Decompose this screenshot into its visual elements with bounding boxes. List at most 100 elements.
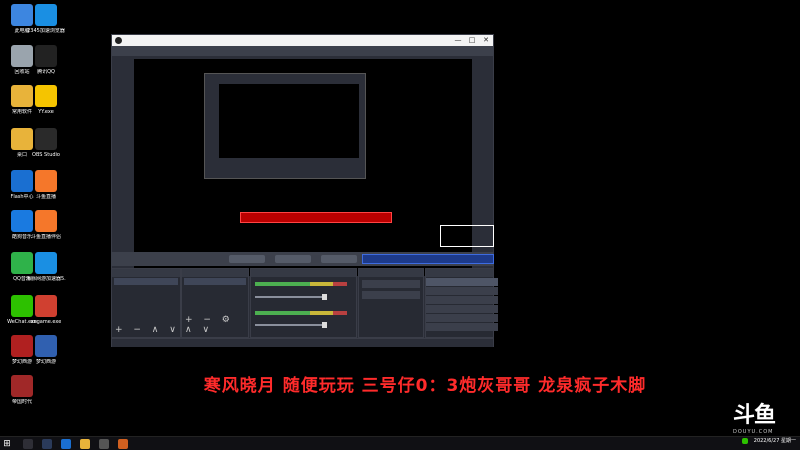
scenes-header bbox=[112, 269, 180, 277]
desktop-icon-label: 2345加速浏览器 bbox=[27, 28, 65, 34]
transitions-dock bbox=[358, 268, 424, 338]
desktop-icon-label: 腾讯QQ bbox=[37, 69, 55, 75]
status-bar bbox=[112, 338, 493, 347]
wechat-tray-icon[interactable] bbox=[741, 438, 748, 444]
studio-mode-button[interactable] bbox=[426, 305, 498, 313]
transitions-header bbox=[359, 269, 423, 277]
danmaku-message bbox=[646, 281, 796, 287]
window-title bbox=[122, 35, 451, 46]
stop-streaming-button[interactable] bbox=[426, 278, 498, 286]
start-recording-button[interactable] bbox=[426, 287, 498, 295]
task-view-icon[interactable] bbox=[42, 438, 52, 449]
danmaku-message bbox=[646, 207, 796, 213]
nested-preview bbox=[219, 84, 359, 158]
mic-audio-meter bbox=[255, 311, 347, 315]
controls-header bbox=[426, 269, 493, 277]
browser-taskbar-icon[interactable] bbox=[61, 438, 71, 449]
desktop-icon[interactable]: cngame.exe bbox=[26, 295, 66, 325]
desktop-icon-label: OBS Studio bbox=[32, 152, 60, 158]
scene-tools[interactable]: + − ∧ ∨ bbox=[115, 325, 180, 335]
preview-canvas[interactable] bbox=[134, 59, 472, 276]
sources-dock: + − ⚙ ∧ ∨ bbox=[181, 268, 249, 338]
desktop-audio-slider[interactable] bbox=[255, 294, 327, 300]
desktop-icon[interactable]: 2345加速浏览器 bbox=[26, 4, 66, 34]
clock-date: 2022/6/27 星期一 bbox=[753, 438, 796, 444]
desktop-icon[interactable]: YY.exe bbox=[26, 85, 66, 115]
source-item[interactable] bbox=[184, 302, 246, 309]
source-item[interactable] bbox=[184, 286, 246, 293]
mixer-header bbox=[251, 269, 356, 277]
panel-title bbox=[646, 98, 796, 105]
font-button[interactable] bbox=[321, 255, 357, 263]
danmaku-message bbox=[646, 297, 796, 303]
desktop-icon[interactable]: 腾讯QQ bbox=[26, 45, 66, 75]
properties-button[interactable] bbox=[229, 255, 265, 263]
qq-icon bbox=[35, 45, 57, 67]
sources-header bbox=[182, 269, 248, 277]
danmaku-message bbox=[646, 289, 796, 295]
settings-button[interactable] bbox=[426, 314, 498, 322]
desktop-icon-label: cngame.exe bbox=[30, 319, 62, 325]
maximize-button[interactable]: □ bbox=[465, 35, 479, 46]
source-tools[interactable]: + − ⚙ ∧ ∨ bbox=[185, 315, 248, 335]
duration-input[interactable] bbox=[362, 291, 420, 299]
controls-dock bbox=[425, 268, 498, 338]
desktop-icon-label: 帝国时代 bbox=[11, 399, 32, 405]
douyu-logo: 斗鱼 DOUYU.COM bbox=[733, 397, 793, 435]
text-button[interactable] bbox=[275, 255, 311, 263]
nested-obs-window bbox=[204, 73, 366, 179]
clock[interactable]: 2022/6/27 星期一 bbox=[754, 438, 796, 444]
source-item[interactable] bbox=[184, 278, 246, 285]
transition-select[interactable] bbox=[362, 280, 420, 288]
danmaku-message bbox=[646, 199, 796, 205]
desktop-icon[interactable]: 斗鱼直播伴侣 bbox=[26, 210, 66, 240]
preview-watermark bbox=[440, 225, 494, 247]
desktop-icon[interactable]: 梦幻西游 bbox=[26, 335, 66, 365]
game-icon bbox=[35, 295, 57, 317]
desktop-icon-label: 梦幻西游 bbox=[35, 359, 56, 365]
preview-overlay-text bbox=[240, 212, 392, 223]
desktop-icon-label: 斗鱼直播 bbox=[35, 194, 56, 200]
douyu-companion-icon bbox=[35, 210, 57, 232]
exit-button[interactable] bbox=[426, 323, 498, 331]
obs-taskbar-icon[interactable] bbox=[99, 438, 109, 449]
mic-audio-slider[interactable] bbox=[255, 322, 327, 328]
desktop-icon-label: YY.exe bbox=[38, 109, 54, 115]
source-item[interactable] bbox=[184, 294, 246, 301]
highlighted-text-input[interactable] bbox=[362, 254, 494, 264]
obs-icon bbox=[35, 128, 57, 150]
stats-row bbox=[646, 113, 796, 127]
minimize-button[interactable]: — bbox=[451, 35, 465, 46]
file-explorer-icon[interactable] bbox=[80, 438, 90, 449]
danmaku-message bbox=[646, 191, 796, 197]
taskbar: ⊞ 2022/6/27 星期一 bbox=[0, 436, 800, 450]
accelerator-icon bbox=[35, 252, 57, 274]
virtual-camera-button[interactable] bbox=[426, 296, 498, 304]
douyu-icon bbox=[35, 170, 57, 192]
stream-caption: 寒风晓月 随便玩玩 三号仔0：3炮灰哥哥 龙泉疯子木脚 bbox=[203, 376, 647, 396]
scene-item[interactable] bbox=[114, 278, 178, 285]
yy-icon bbox=[35, 85, 57, 107]
danmaku-message bbox=[646, 141, 796, 147]
douyu-logo-sub: DOUYU.COM bbox=[733, 429, 774, 435]
start-button[interactable]: ⊞ bbox=[0, 437, 14, 450]
desktop-icon[interactable]: 海豚网游加速器5.0 bbox=[26, 252, 66, 282]
desktop-icon[interactable]: OBS Studio bbox=[26, 128, 66, 158]
desktop-icon[interactable]: 斗鱼直播 bbox=[26, 170, 66, 200]
danmaku-panel bbox=[646, 98, 796, 358]
obs-logo-icon bbox=[115, 37, 122, 44]
obs-titlebar[interactable]: — □ ✕ bbox=[112, 35, 493, 46]
search-icon[interactable] bbox=[23, 438, 33, 449]
douyu-logo-mark: 斗鱼 bbox=[733, 403, 776, 428]
desktop-icon-label: 海豚网游加速器5.0 bbox=[26, 276, 66, 282]
danmaku-message bbox=[646, 215, 796, 221]
desktop-audio-meter bbox=[255, 282, 347, 286]
app-taskbar-icon[interactable] bbox=[118, 438, 128, 449]
close-button[interactable]: ✕ bbox=[479, 35, 493, 46]
audio-mixer-dock bbox=[250, 268, 357, 338]
danmaku-message bbox=[646, 223, 796, 229]
system-tray: 2022/6/27 星期一 bbox=[741, 438, 796, 444]
desktop-icon-label: 斗鱼直播伴侣 bbox=[30, 234, 61, 240]
scenes-dock: + − ∧ ∨ bbox=[111, 268, 181, 338]
browser-icon bbox=[35, 4, 57, 26]
